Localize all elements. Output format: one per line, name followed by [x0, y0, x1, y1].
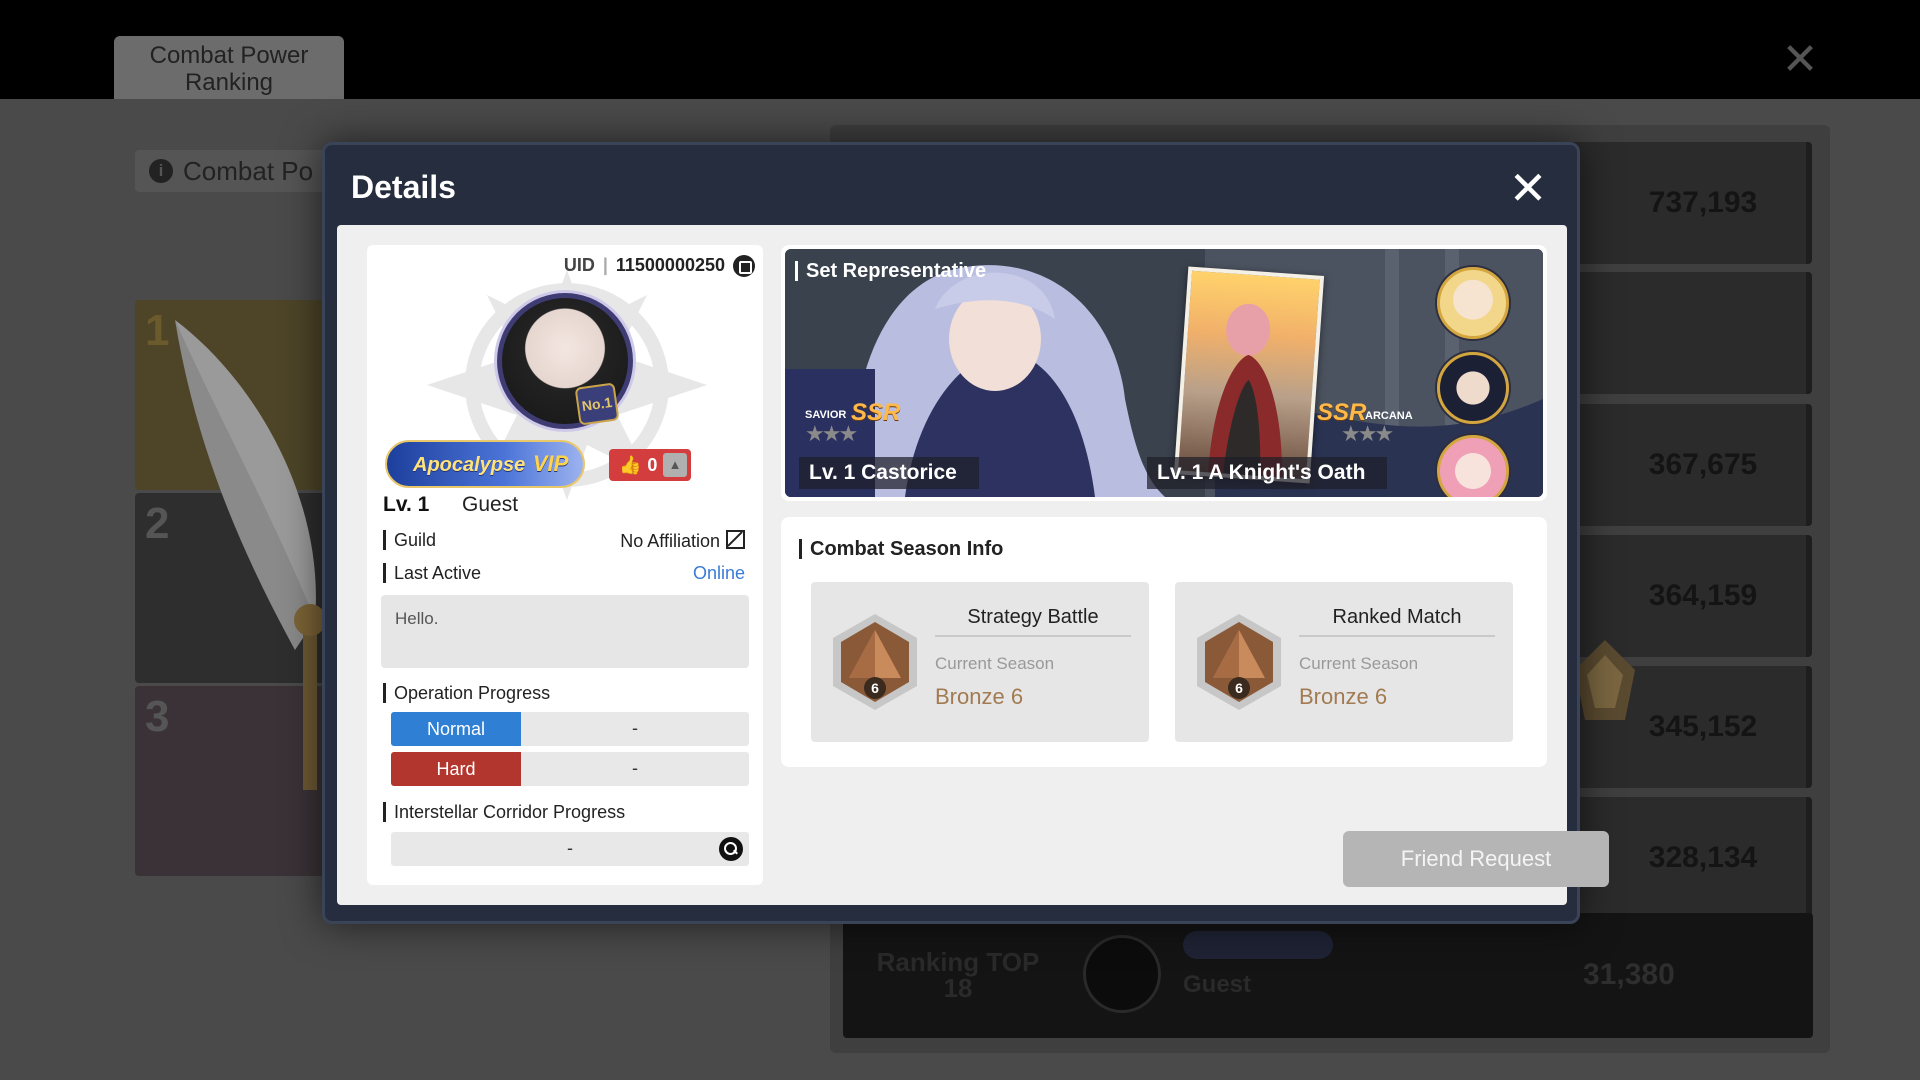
- vip-banner: Apocalypse VIP: [385, 440, 585, 488]
- season-card-strategy[interactable]: 6 Strategy Battle Current Season Bronze …: [811, 582, 1149, 742]
- last-active-value: Online: [692, 563, 745, 583]
- uid-label: UID: [563, 255, 595, 275]
- friend-request-button[interactable]: Friend Request: [1343, 831, 1609, 887]
- no-guild-icon: [726, 530, 745, 549]
- search-icon[interactable]: [719, 837, 743, 861]
- normal-tag: Normal: [391, 712, 521, 746]
- interstellar-progress-label: Interstellar Corridor Progress: [383, 802, 625, 822]
- representative-showcase: Set Representative SAVIOR SSR ★★★ Lv. 1 …: [785, 249, 1543, 497]
- vip-suffix: VIP: [532, 451, 569, 476]
- info-label: Combat Po: [183, 156, 314, 186]
- season-mode: Strategy Battle: [935, 606, 1131, 637]
- season-card-ranked[interactable]: 6 Ranked Match Current Season Bronze 6: [1175, 582, 1513, 742]
- combat-season-panel: Combat Season Info 6 Strategy Battle Cur…: [781, 517, 1547, 767]
- interstellar-value: -: [567, 838, 573, 858]
- interstellar-progress-row: -: [391, 832, 749, 866]
- last-active-label: Last Active: [383, 563, 481, 583]
- rank-badge-number: 6: [1235, 680, 1243, 696]
- season-title: Combat Season Info: [799, 539, 1003, 559]
- modal-title: Details: [351, 169, 456, 205]
- caret-up-icon[interactable]: ▲: [663, 453, 687, 477]
- player-name: Guest: [462, 493, 519, 516]
- avatar-badge: No.1: [574, 382, 620, 426]
- podium-rank: 3: [145, 692, 170, 741]
- like-count: 0: [647, 455, 658, 475]
- support-avatar-3[interactable]: [1437, 435, 1509, 497]
- vip-text: Apocalypse: [413, 454, 526, 476]
- like-button[interactable]: 👍 0 ▲: [609, 449, 691, 481]
- guild-text: No Affiliation: [620, 531, 720, 551]
- info-icon: i: [149, 159, 173, 183]
- hard-value: -: [632, 758, 638, 778]
- operation-hard-row: Hard -: [391, 752, 749, 786]
- info-banner: i Combat Po: [135, 150, 335, 192]
- character-stars: ★★★: [805, 421, 858, 446]
- copy-icon[interactable]: [733, 255, 755, 278]
- details-modal: Details ✕ UID | 11500000250 No.1 Apocalyps…: [322, 142, 1609, 924]
- my-vip-banner: [1183, 931, 1333, 959]
- normal-value: -: [632, 718, 638, 738]
- operation-normal-row: Normal -: [391, 712, 749, 746]
- hard-tag: Hard: [391, 752, 521, 786]
- support-avatar-2[interactable]: [1437, 352, 1509, 424]
- character-label[interactable]: Lv. 1 Castorice: [799, 457, 979, 489]
- season-mode: Ranked Match: [1299, 606, 1495, 637]
- modal-body: UID | 11500000250 No.1 Apocalypse VIP 👍 0 ▲…: [337, 225, 1609, 905]
- support-avatar-1[interactable]: [1437, 267, 1509, 339]
- season-tier: Bronze 6: [1299, 684, 1388, 709]
- feather-decoration: [175, 320, 326, 790]
- uid-value: 11500000250: [615, 255, 725, 275]
- representative-title: Set Representative: [795, 261, 986, 281]
- intro-text: Hello.: [381, 595, 749, 668]
- character-class: SAVIOR: [805, 409, 847, 421]
- uid-row: UID | 11500000250: [545, 255, 755, 278]
- tab-combat-power-ranking[interactable]: Combat Power Ranking: [114, 36, 344, 99]
- my-avatar: [1083, 935, 1161, 1013]
- profile-card: UID | 11500000250 No.1 Apocalypse VIP 👍 0 ▲…: [367, 245, 763, 885]
- my-ranking-row[interactable]: Ranking TOP 18 Guest 31,380: [843, 913, 1813, 1038]
- card-label[interactable]: Lv. 1 A Knight's Oath: [1147, 457, 1387, 489]
- operation-progress-label: Operation Progress: [383, 683, 550, 703]
- bronze-rank-icon: 6: [833, 614, 917, 710]
- current-season-label: Current Season: [935, 654, 1055, 673]
- guild-label: Guild: [383, 530, 436, 550]
- ranking-row[interactable]: 367,675: [1540, 404, 1812, 526]
- card-stars: ★★★: [1341, 421, 1394, 446]
- guild-value: No Affiliation: [620, 530, 745, 552]
- close-icon[interactable]: ✕: [1780, 38, 1820, 82]
- my-rank-label: Ranking TOP 18: [876, 947, 1040, 1003]
- arcana-card-art: [1208, 303, 1282, 478]
- thumbs-up-icon: 👍: [619, 455, 642, 475]
- current-season-label: Current Season: [1299, 654, 1419, 673]
- podium-rank: 2: [145, 499, 170, 548]
- rank-badge-number: 6: [871, 680, 879, 696]
- season-tier: Bronze 6: [935, 684, 1024, 709]
- representative-panel: Set Representative SAVIOR SSR ★★★ Lv. 1 …: [781, 245, 1547, 501]
- ranking-row[interactable]: [1540, 272, 1812, 394]
- character-rarity: SSR: [851, 399, 901, 426]
- arcana-card[interactable]: [1173, 266, 1325, 484]
- podium-rank: 1: [145, 306, 170, 355]
- my-score: 31,380: [1583, 958, 1675, 991]
- my-name: Guest: [1183, 971, 1252, 998]
- bronze-rank-icon: 6: [1197, 614, 1281, 710]
- close-icon[interactable]: ✕: [1508, 165, 1548, 211]
- player-level: Lv. 1: [383, 493, 430, 516]
- ranking-row[interactable]: 737,193: [1540, 142, 1812, 264]
